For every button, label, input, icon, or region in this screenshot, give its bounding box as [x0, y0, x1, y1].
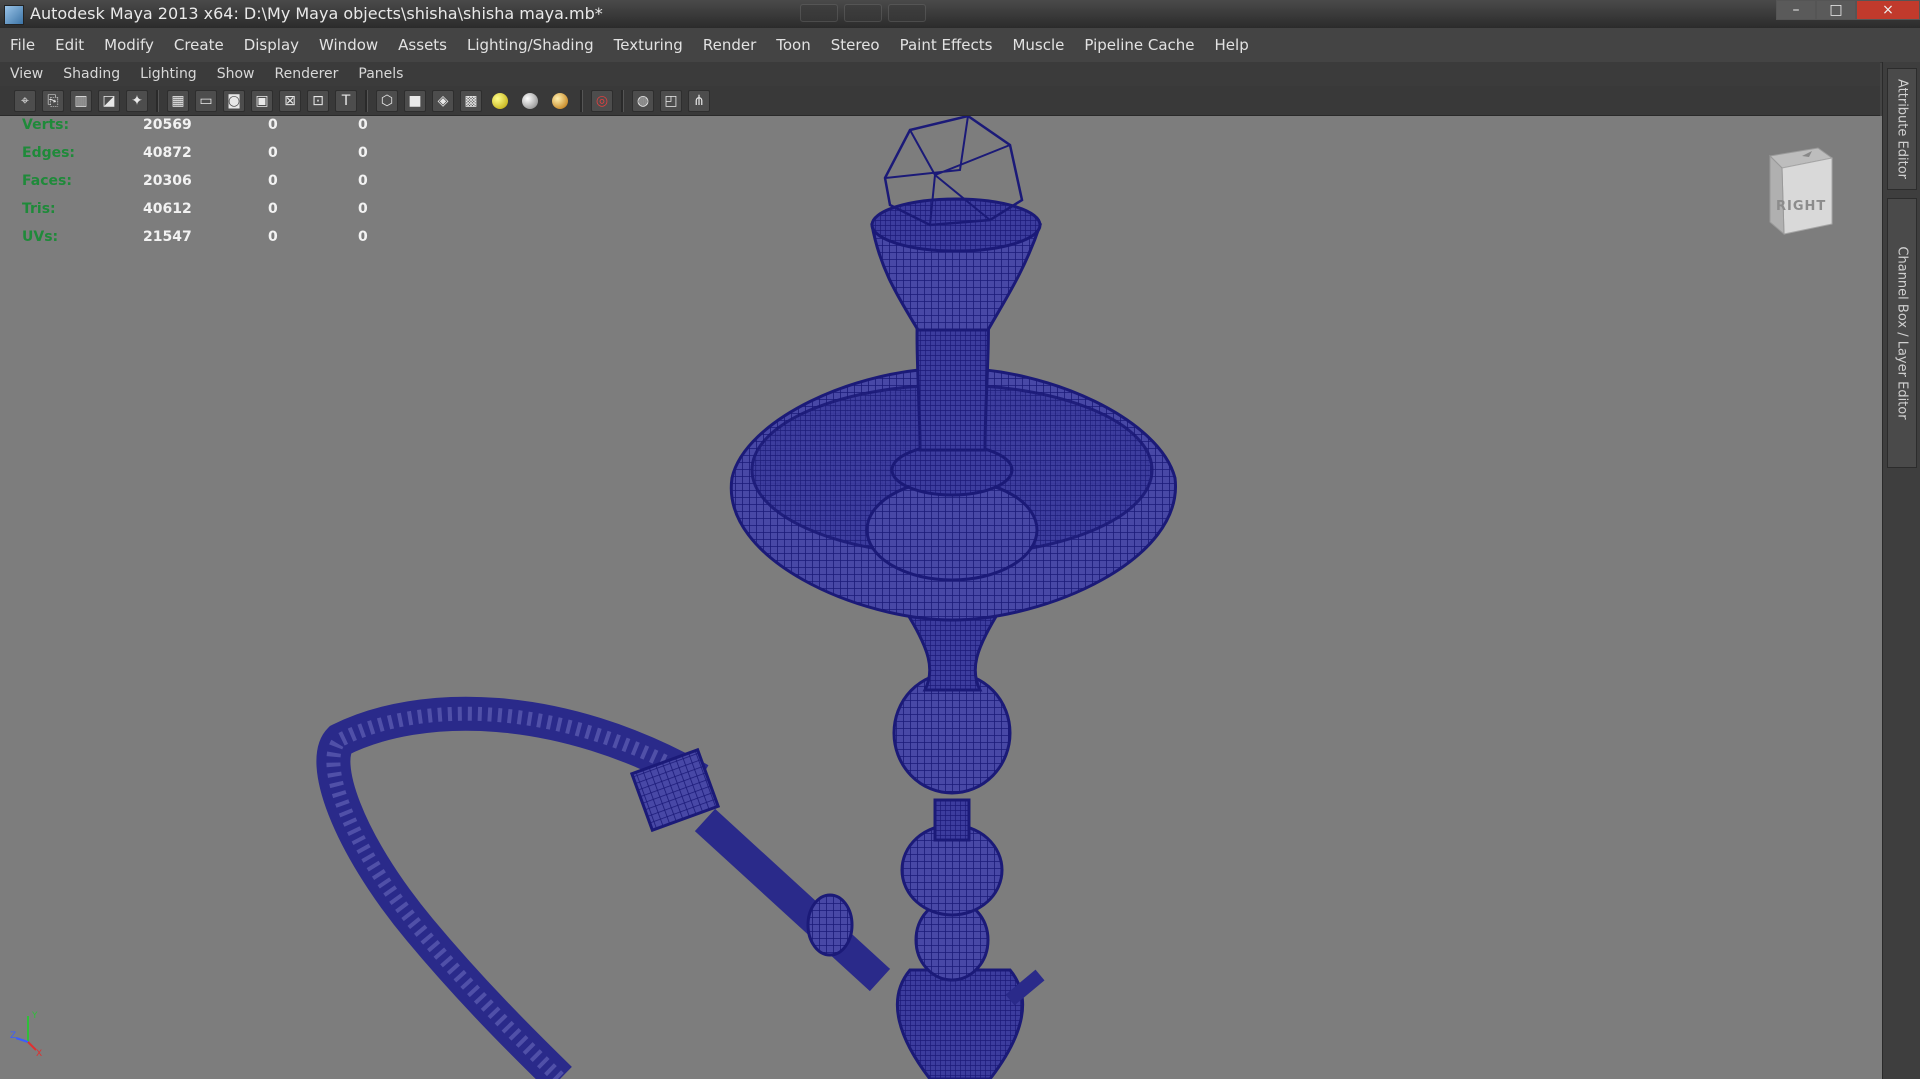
panel-menu-shading[interactable]: Shading [53, 66, 130, 82]
toolbar-separator [580, 89, 583, 112]
film-gate-icon[interactable]: ▭ [195, 89, 217, 112]
safe-title-icon[interactable]: T [335, 89, 357, 112]
hud-value: 0 [358, 229, 368, 245]
right-side-tabs: Attribute Editor Channel Box / Layer Edi… [1882, 62, 1920, 1079]
tab-attribute-editor[interactable]: Attribute Editor [1887, 68, 1917, 190]
view-cube-face-label[interactable]: RIGHT [1776, 199, 1826, 214]
shadows-icon[interactable] [522, 92, 538, 109]
high-quality-icon[interactable] [552, 92, 568, 109]
menu-create[interactable]: Create [164, 36, 234, 54]
hud-value: 0 [358, 173, 368, 189]
hud-label: Edges: [22, 145, 76, 161]
hud-label: Verts: [22, 117, 70, 133]
view-cube[interactable] [1762, 142, 1836, 236]
axis-y-label: Y [31, 1011, 38, 1021]
maya-app-icon[interactable] [4, 5, 24, 25]
wireframe-on-shaded-icon[interactable]: ◈ [432, 89, 454, 112]
isolate-select-icon[interactable]: ◎ [591, 89, 613, 112]
x-ray-components-icon[interactable]: ⋔ [688, 89, 710, 112]
hud-value: 0 [268, 201, 278, 217]
panel-menu-view[interactable]: View [0, 66, 53, 82]
hud-value: 40612 [143, 201, 192, 217]
toolbar-separator [621, 89, 624, 112]
hud-value: 40872 [143, 145, 192, 161]
safe-action-icon[interactable]: ⊡ [307, 89, 329, 112]
menu-muscle[interactable]: Muscle [1002, 36, 1074, 54]
viewport-3d[interactable] [0, 116, 1882, 1079]
main-menu-bar: File Edit Modify Create Display Window A… [0, 28, 1920, 63]
title-center-controls [800, 4, 940, 24]
textured-icon[interactable]: ▩ [460, 89, 482, 112]
camera-attributes-icon[interactable]: ⎘ [42, 89, 64, 112]
minimize-button[interactable]: – [1776, 0, 1816, 20]
menu-texturing[interactable]: Texturing [604, 36, 693, 54]
hud-value: 20306 [143, 173, 192, 189]
tab-channel-box[interactable]: Channel Box / Layer Editor [1887, 198, 1917, 468]
panel-menu-panels[interactable]: Panels [348, 66, 413, 82]
close-button[interactable]: × [1856, 0, 1920, 20]
menu-paint-effects[interactable]: Paint Effects [890, 36, 1003, 54]
hud-value: 0 [268, 145, 278, 161]
axis-x-label: X [36, 1049, 42, 1056]
hud-label: UVs: [22, 229, 59, 245]
hud-value: 0 [268, 117, 278, 133]
resolution-gate-icon[interactable]: ◙ [223, 89, 245, 112]
toolbar-separator [365, 89, 368, 112]
panel-toolbar: ⌖ ⎘ ▥ ◪ ✦ ▦ ▭ ◙ ▣ ⊠ ⊡ T ⬡ ■ ◈ ▩ ◎ ◍ ◰ ⋔ [0, 86, 1880, 116]
hud-value: 20569 [143, 117, 192, 133]
menu-stereo[interactable]: Stereo [821, 36, 890, 54]
select-camera-icon[interactable]: ⌖ [14, 89, 36, 112]
hud-value: 0 [358, 145, 368, 161]
menu-file[interactable]: File [0, 36, 45, 54]
menu-help[interactable]: Help [1205, 36, 1259, 54]
grid-icon[interactable]: ▦ [167, 89, 189, 112]
menu-render[interactable]: Render [693, 36, 766, 54]
menu-window[interactable]: Window [309, 36, 388, 54]
menu-display[interactable]: Display [234, 36, 309, 54]
bookmarks-icon[interactable]: ▥ [70, 89, 92, 112]
panel-menu-lighting[interactable]: Lighting [130, 66, 207, 82]
gate-mask-icon[interactable]: ▣ [251, 89, 273, 112]
hud-value: 0 [268, 229, 278, 245]
x-ray-icon[interactable]: ◍ [632, 89, 654, 112]
menu-modify[interactable]: Modify [94, 36, 164, 54]
hud-label: Faces: [22, 173, 72, 189]
tab-attribute-editor-label: Attribute Editor [1894, 78, 1910, 180]
hud-value: 21547 [143, 229, 192, 245]
x-ray-joints-icon[interactable]: ◰ [660, 89, 682, 112]
menu-pipeline-cache[interactable]: Pipeline Cache [1074, 36, 1204, 54]
two-d-pan-icon[interactable]: ✦ [126, 89, 148, 112]
hud-value: 0 [268, 173, 278, 189]
panel-menu-renderer[interactable]: Renderer [264, 66, 348, 82]
maximize-button[interactable]: □ [1816, 0, 1856, 20]
menu-edit[interactable]: Edit [45, 36, 94, 54]
hud-label: Tris: [22, 201, 56, 217]
axis-indicator: Y Z X [10, 1011, 42, 1056]
tab-channel-box-label: Channel Box / Layer Editor [1894, 246, 1910, 420]
menu-toon[interactable]: Toon [766, 36, 820, 54]
hud-value: 0 [358, 201, 368, 217]
field-chart-icon[interactable]: ⊠ [279, 89, 301, 112]
menu-assets[interactable]: Assets [388, 36, 457, 54]
menu-lighting-shading[interactable]: Lighting/Shading [457, 36, 604, 54]
title-bar: Autodesk Maya 2013 x64: D:\My Maya objec… [0, 0, 1920, 29]
hud-value: 0 [358, 117, 368, 133]
panel-menu-bar: View Shading Lighting Show Renderer Pane… [0, 62, 1880, 86]
panel-menu-show[interactable]: Show [207, 66, 265, 82]
shisha-wireframe [316, 116, 1177, 1079]
toolbar-separator [156, 89, 159, 112]
smooth-shade-icon[interactable]: ■ [404, 89, 426, 112]
use-all-lights-icon[interactable] [492, 92, 508, 109]
window-title: Autodesk Maya 2013 x64: D:\My Maya objec… [30, 4, 603, 23]
wireframe-icon[interactable]: ⬡ [376, 89, 398, 112]
axis-z-label: Z [10, 1031, 16, 1041]
image-plane-icon[interactable]: ◪ [98, 89, 120, 112]
